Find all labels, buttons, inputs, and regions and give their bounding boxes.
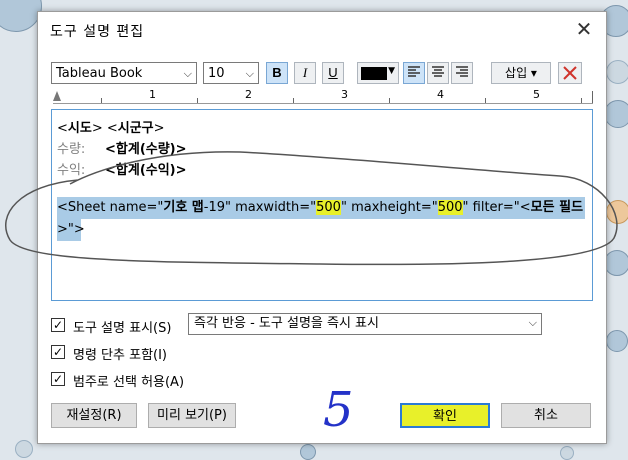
handwritten-number: 5 <box>323 382 354 438</box>
hand-drawn-ellipse <box>5 151 618 266</box>
handwritten-annotation <box>5 151 618 266</box>
